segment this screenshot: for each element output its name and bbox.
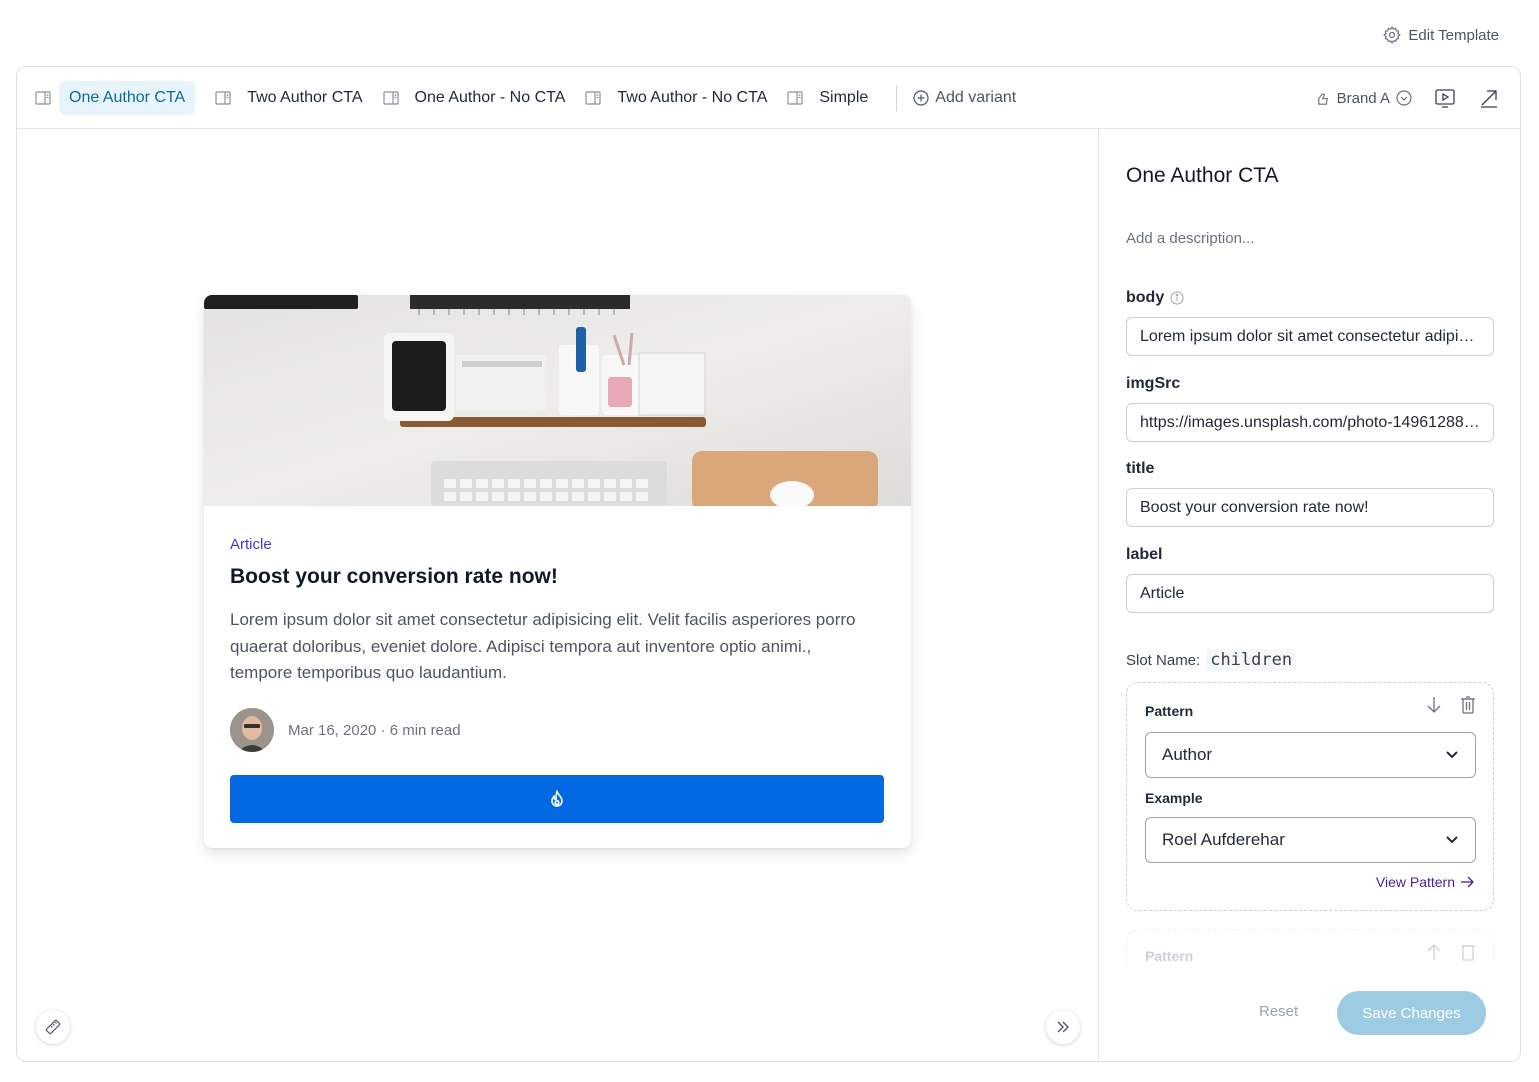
flame-icon [551,790,563,807]
reset-button[interactable]: Reset [1259,1003,1298,1020]
expand-panel-button[interactable] [1046,1010,1080,1044]
chevron-down-icon [1446,751,1458,759]
panel-icon [787,90,803,105]
panel-icon [382,90,399,105]
preview-canvas: Article Boost your conversion rate now! … [17,129,1098,1061]
card-title[interactable]: Boost your conversion rate now! [230,565,558,589]
tab-one-author-cta[interactable]: One Author CTA [35,80,205,115]
panel-icon [585,90,601,105]
tab-two-author-cta[interactable]: Two Author CTA [215,81,372,115]
imgsrc-input-value: https://images.unsplash.com/photo-149612… [1140,413,1480,431]
view-pattern-link[interactable]: View Pattern [1376,874,1475,890]
tab-label: Two Author CTA [247,88,363,106]
chevron-down-icon [1446,836,1458,844]
pattern-label-2: Pattern [1145,948,1194,964]
slot-pattern-box: Pattern Author Example Roel Aufderehar V… [1126,682,1494,911]
card-image [204,295,911,506]
slot-name-label: Slot Name: [1126,651,1201,669]
card-label: Article [230,536,272,553]
slot-name-row: Slot Name: children [1126,649,1297,671]
brand-icon [1317,92,1328,105]
ruler-icon [45,1019,61,1035]
author-meta: Mar 16, 2020 · 6 min read [288,721,461,739]
arrow-up-icon[interactable] [1425,942,1443,962]
panel-footer: Reset Save Changes [1099,991,1520,1037]
tab-label: Simple [819,88,869,106]
title-input-value: Boost your conversion rate now! [1140,498,1369,516]
imgsrc-input[interactable]: https://images.unsplash.com/photo-149612… [1126,403,1494,442]
article-card: Article Boost your conversion rate now! … [204,295,911,848]
plus-circle-icon [913,89,929,106]
gear-icon [1383,25,1402,45]
info-icon[interactable] [1170,291,1184,305]
brand-label: Brand A [1336,89,1390,107]
imgsrc-field-label: imgSrc [1126,375,1181,392]
variant-tabs: One Author CTA Two Author CTA One Author… [17,67,1520,129]
present-mode-icon[interactable] [1434,87,1456,109]
body-field-label: body [1126,289,1184,307]
properties-panel: One Author CTA Add a description... body… [1098,129,1520,1061]
title-field-label: title [1126,460,1155,477]
add-variant-button[interactable]: Add variant [913,89,1016,107]
external-link-icon[interactable] [1478,87,1500,109]
brand-selector[interactable]: Brand A [1316,90,1412,107]
description-field[interactable]: Add a description... [1126,230,1254,247]
panel-icon [215,90,231,105]
title-input[interactable]: Boost your conversion rate now! [1126,488,1494,527]
arrow-right-icon [1461,876,1474,888]
label-input-value: Article [1140,584,1185,602]
avatar [230,708,274,752]
save-changes-button[interactable]: Save Changes [1337,991,1486,1035]
tab-simple[interactable]: Simple [787,81,878,115]
arrow-down-icon[interactable] [1425,695,1443,715]
chevrons-right-icon [1057,1021,1069,1033]
slot-actions [1425,695,1477,715]
edit-template-button[interactable]: Edit Template [1382,20,1499,50]
tab-label: Two Author - No CTA [617,88,768,106]
example-select[interactable]: Roel Aufderehar [1145,817,1476,863]
example-select-value: Roel Aufderehar [1162,830,1285,849]
cta-button[interactable] [230,775,884,823]
body-label-text: body [1126,289,1165,306]
body-input-value: Lorem ipsum dolor sit amet consectetur a… [1140,327,1480,345]
tab-one-author-no-cta[interactable]: One Author - No CTA [382,81,576,115]
ruler-button[interactable] [36,1010,70,1044]
pattern-label: Pattern [1145,703,1194,719]
trash-icon[interactable] [1459,942,1477,962]
tab-label: One Author CTA [59,80,196,115]
tab-label: One Author - No CTA [414,88,566,106]
author-row: Mar 16, 2020 · 6 min read [230,708,461,752]
panel-icon [35,90,51,105]
label-field-label: label [1126,546,1163,563]
label-input[interactable]: Article [1126,574,1494,613]
tab-two-author-no-cta[interactable]: Two Author - No CTA [585,81,777,115]
pattern-preview-frame: One Author CTA Two Author CTA One Author… [16,66,1521,1062]
panel-title: One Author CTA [1126,164,1279,187]
tab-divider [896,84,898,111]
desk-photo [204,295,911,506]
body-input[interactable]: Lorem ipsum dolor sit amet consectetur a… [1126,317,1494,356]
add-variant-label: Add variant [935,88,1017,106]
slot-name-value: children [1206,649,1297,671]
pattern-select-value: Author [1162,745,1213,764]
view-pattern-label: View Pattern [1375,874,1455,890]
pattern-select[interactable]: Author [1145,732,1476,778]
trash-icon[interactable] [1459,695,1477,715]
slot-actions-2 [1425,942,1477,962]
chevron-down-circle-icon [1396,90,1412,106]
edit-template-label: Edit Template [1408,26,1499,44]
card-body: Lorem ipsum dolor sit amet consectetur a… [230,610,856,682]
example-label: Example [1145,790,1203,806]
